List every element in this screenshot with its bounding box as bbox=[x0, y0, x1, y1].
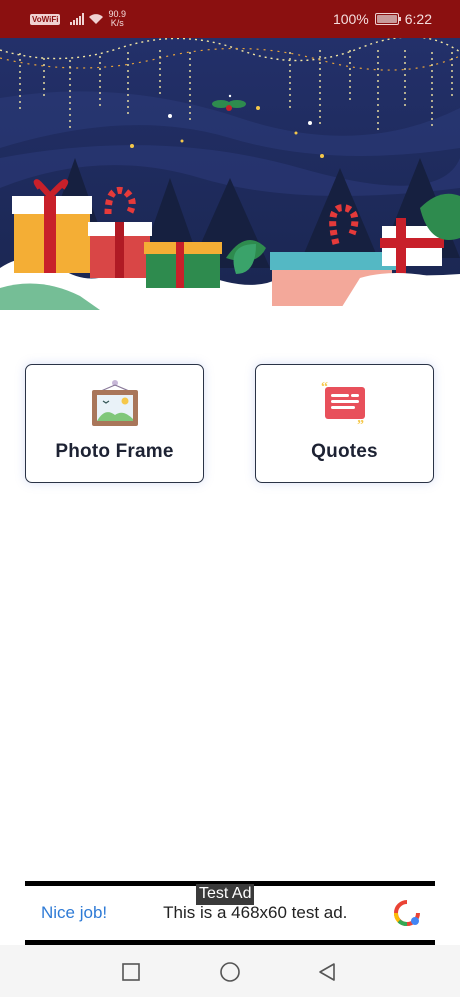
picture-frame-icon bbox=[91, 380, 138, 426]
christmas-banner bbox=[0, 38, 460, 310]
back-icon[interactable] bbox=[316, 961, 338, 983]
status-bar: VoWiFi 90.9 K/s 100% 6:22 bbox=[0, 0, 460, 38]
quote-bubble-icon: “ ” bbox=[321, 380, 365, 429]
clock: 6:22 bbox=[404, 11, 432, 27]
google-ads-logo-icon[interactable] bbox=[393, 899, 421, 927]
signal-icon bbox=[70, 13, 85, 25]
ad-body: This is a 468x60 test ad. bbox=[163, 903, 348, 922]
quotes-card[interactable]: “ ” Quotes bbox=[255, 364, 434, 483]
test-ad-badge: Test Ad bbox=[196, 884, 255, 905]
battery-percent: 100% bbox=[332, 11, 369, 27]
photo-frame-label: Photo Frame bbox=[55, 441, 174, 462]
quotes-label: Quotes bbox=[311, 441, 378, 462]
vowifi-badge: VoWiFi bbox=[30, 13, 61, 25]
svg-text:“: “ bbox=[321, 380, 328, 395]
navigation-bar bbox=[0, 945, 460, 997]
wifi-icon bbox=[89, 14, 104, 24]
speed-unit: K/s bbox=[110, 18, 124, 28]
network-speed: 90.9 K/s bbox=[108, 10, 126, 28]
photo-frame-card[interactable]: Photo Frame bbox=[25, 364, 204, 483]
christmas-illustration bbox=[0, 38, 460, 310]
recent-apps-icon[interactable] bbox=[120, 961, 142, 983]
svg-text:”: ” bbox=[357, 418, 364, 429]
home-icon[interactable] bbox=[219, 961, 241, 983]
ad-banner[interactable]: Test Ad Nice job! This is a 468x60 test … bbox=[25, 881, 435, 945]
ad-headline[interactable]: Nice job! bbox=[41, 903, 107, 923]
battery-icon bbox=[374, 13, 401, 25]
